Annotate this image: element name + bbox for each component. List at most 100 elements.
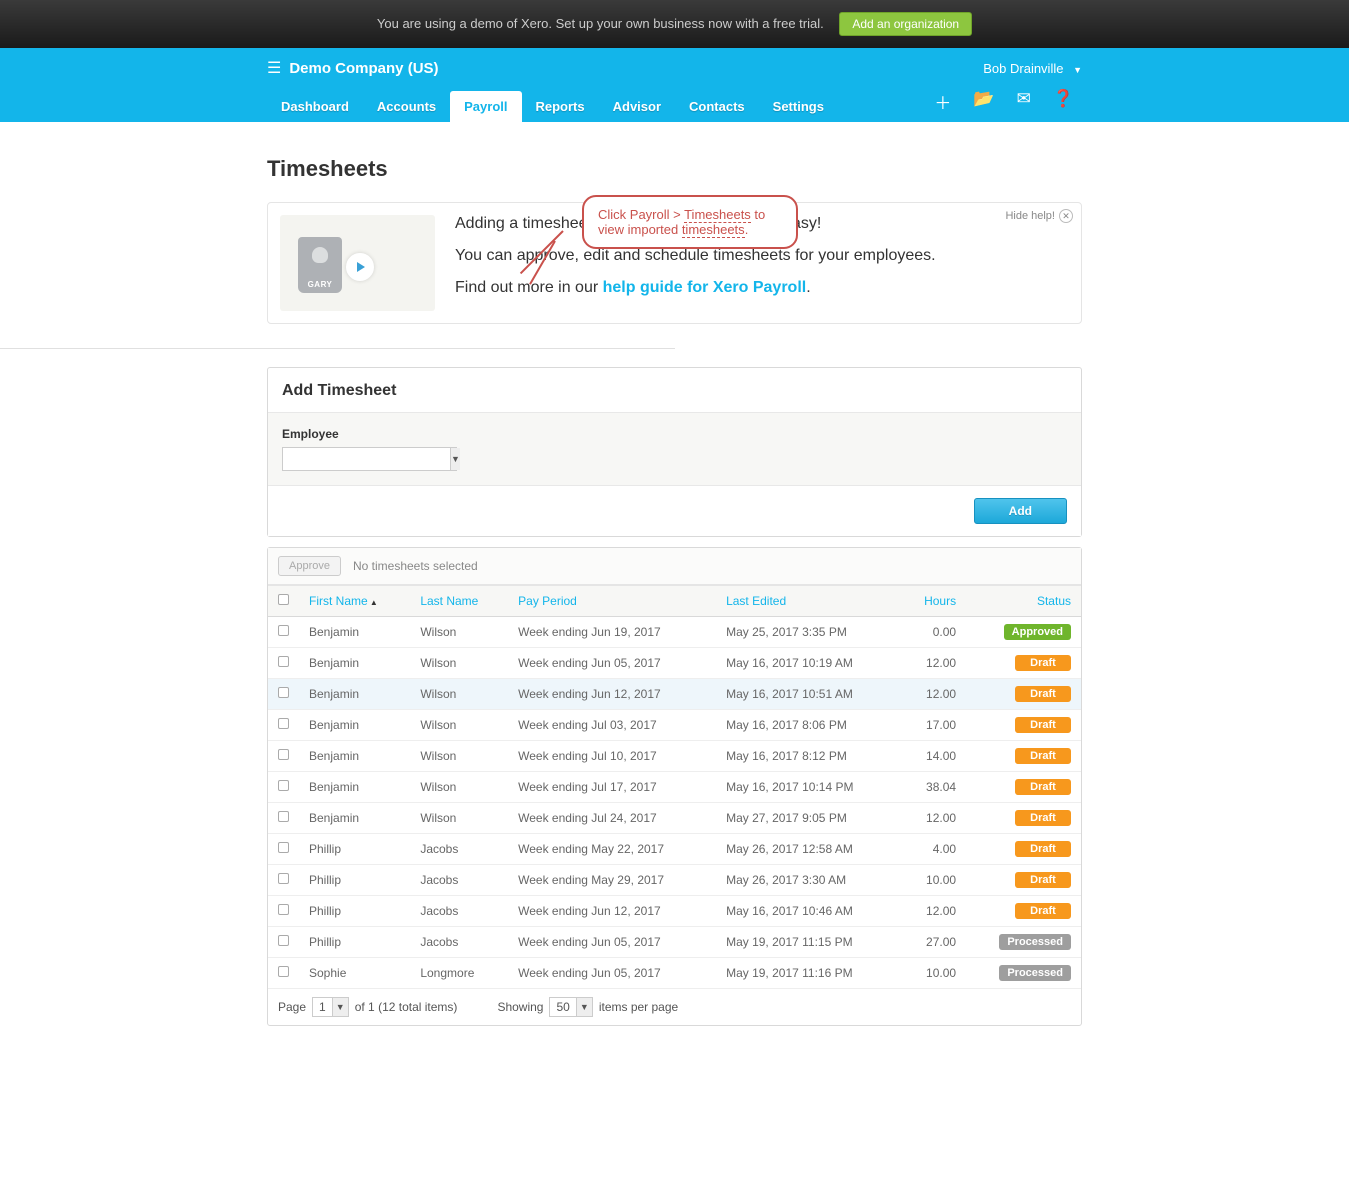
- add-organization-button[interactable]: Add an organization: [839, 12, 972, 36]
- status-badge: Draft: [1015, 872, 1071, 888]
- row-checkbox[interactable]: [278, 966, 289, 977]
- col-hours[interactable]: Hours: [901, 586, 966, 617]
- employee-input[interactable]: [283, 448, 450, 470]
- help-line-3: Find out more in our help guide for Xero…: [455, 279, 936, 297]
- help-line-2: You can approve, edit and schedule times…: [455, 247, 936, 265]
- hide-help-button[interactable]: Hide help! ✕: [1005, 209, 1073, 223]
- col-last-name[interactable]: Last Name: [410, 586, 508, 617]
- cell-first-name: Phillip: [299, 927, 410, 958]
- col-first-name[interactable]: First Name: [299, 586, 410, 617]
- table-row[interactable]: PhillipJacobsWeek ending May 29, 2017May…: [268, 865, 1081, 896]
- add-button[interactable]: Add: [974, 498, 1067, 524]
- pager-page-label: Page: [278, 1000, 306, 1014]
- employee-label: Employee: [282, 427, 1067, 441]
- cell-pay-period: Week ending May 22, 2017: [508, 834, 716, 865]
- cell-last-name: Wilson: [410, 803, 508, 834]
- table-row[interactable]: BenjaminWilsonWeek ending Jul 10, 2017Ma…: [268, 741, 1081, 772]
- nav-settings[interactable]: Settings: [759, 91, 838, 122]
- play-button[interactable]: [346, 253, 374, 281]
- cell-hours: 27.00: [901, 927, 966, 958]
- cell-first-name: Benjamin: [299, 679, 410, 710]
- approve-button[interactable]: Approve: [278, 556, 341, 576]
- page-title: Timesheets: [267, 156, 1082, 182]
- nav-dashboard[interactable]: Dashboard: [267, 91, 363, 122]
- select-all-checkbox[interactable]: [278, 594, 289, 605]
- cell-hours: 12.00: [901, 679, 966, 710]
- cell-first-name: Benjamin: [299, 648, 410, 679]
- hide-help-label: Hide help!: [1005, 210, 1055, 222]
- folder-icon[interactable]: 📂: [973, 89, 994, 114]
- row-checkbox[interactable]: [278, 656, 289, 667]
- status-badge: Draft: [1015, 717, 1071, 733]
- help-guide-link[interactable]: help guide for Xero Payroll: [603, 279, 807, 296]
- row-checkbox[interactable]: [278, 780, 289, 791]
- org-name[interactable]: Demo Company (US): [289, 60, 983, 77]
- status-badge: Draft: [1015, 655, 1071, 671]
- tutorial-callout: Click Payroll > Timesheets to view impor…: [582, 195, 798, 249]
- cell-pay-period: Week ending Jun 05, 2017: [508, 927, 716, 958]
- cell-last-name: Jacobs: [410, 834, 508, 865]
- help-icon[interactable]: ❓: [1053, 89, 1074, 114]
- cell-hours: 10.00: [901, 958, 966, 989]
- org-list-icon[interactable]: ☰: [267, 58, 281, 78]
- row-checkbox[interactable]: [278, 873, 289, 884]
- plus-icon[interactable]: ＋: [934, 89, 951, 114]
- nav-accounts[interactable]: Accounts: [363, 91, 450, 122]
- row-checkbox[interactable]: [278, 811, 289, 822]
- status-badge: Approved: [1004, 624, 1071, 640]
- table-row[interactable]: BenjaminWilsonWeek ending Jun 05, 2017Ma…: [268, 648, 1081, 679]
- user-menu[interactable]: Bob Drainville ▼: [983, 61, 1082, 76]
- cell-last-name: Wilson: [410, 710, 508, 741]
- cell-first-name: Benjamin: [299, 803, 410, 834]
- table-row[interactable]: SophieLongmoreWeek ending Jun 05, 2017Ma…: [268, 958, 1081, 989]
- table-row[interactable]: PhillipJacobsWeek ending Jun 05, 2017May…: [268, 927, 1081, 958]
- timesheet-table: First Name Last Name Pay Period Last Edi…: [268, 585, 1081, 989]
- help-panel: GARY Adding a timesheet asy! You can app…: [267, 202, 1082, 324]
- help-illustration[interactable]: GARY: [280, 215, 435, 311]
- cell-pay-period: Week ending May 29, 2017: [508, 865, 716, 896]
- col-last-edited[interactable]: Last Edited: [716, 586, 901, 617]
- chevron-down-icon[interactable]: ▼: [450, 448, 460, 470]
- row-checkbox[interactable]: [278, 749, 289, 760]
- row-checkbox[interactable]: [278, 904, 289, 915]
- status-badge: Draft: [1015, 810, 1071, 826]
- table-row[interactable]: BenjaminWilsonWeek ending Jul 24, 2017Ma…: [268, 803, 1081, 834]
- cell-pay-period: Week ending Jun 05, 2017: [508, 958, 716, 989]
- table-row[interactable]: BenjaminWilsonWeek ending Jun 12, 2017Ma…: [268, 679, 1081, 710]
- pager: Page 1▼ of 1 (12 total items) Showing 50…: [268, 989, 1081, 1025]
- status-badge: Draft: [1015, 841, 1071, 857]
- main-nav: Dashboard Accounts Payroll Reports Advis…: [0, 88, 1349, 122]
- table-row[interactable]: PhillipJacobsWeek ending May 22, 2017May…: [268, 834, 1081, 865]
- table-row[interactable]: BenjaminWilsonWeek ending Jul 03, 2017Ma…: [268, 710, 1081, 741]
- cell-hours: 12.00: [901, 803, 966, 834]
- nav-contacts[interactable]: Contacts: [675, 91, 759, 122]
- table-row[interactable]: BenjaminWilsonWeek ending Jul 17, 2017Ma…: [268, 772, 1081, 803]
- col-pay-period[interactable]: Pay Period: [508, 586, 716, 617]
- cell-hours: 10.00: [901, 865, 966, 896]
- cell-hours: 4.00: [901, 834, 966, 865]
- nav-reports[interactable]: Reports: [522, 91, 599, 122]
- selection-text: No timesheets selected: [353, 559, 478, 573]
- chevron-down-icon: ▼: [332, 998, 348, 1016]
- mail-icon[interactable]: ✉: [1017, 89, 1031, 114]
- row-checkbox[interactable]: [278, 625, 289, 636]
- col-status[interactable]: Status: [966, 586, 1081, 617]
- employee-select[interactable]: ▼: [282, 447, 457, 471]
- add-timesheet-card: Add Timesheet Employee ▼ Add: [267, 367, 1082, 537]
- cell-hours: 38.04: [901, 772, 966, 803]
- status-badge: Processed: [999, 934, 1071, 950]
- row-checkbox[interactable]: [278, 842, 289, 853]
- cell-first-name: Benjamin: [299, 617, 410, 648]
- pager-perpage-select[interactable]: 50▼: [549, 997, 592, 1017]
- cell-first-name: Phillip: [299, 896, 410, 927]
- row-checkbox[interactable]: [278, 718, 289, 729]
- row-checkbox[interactable]: [278, 935, 289, 946]
- cell-last-edited: May 19, 2017 11:16 PM: [716, 958, 901, 989]
- pager-page-select[interactable]: 1▼: [312, 997, 349, 1017]
- table-row[interactable]: PhillipJacobsWeek ending Jun 12, 2017May…: [268, 896, 1081, 927]
- nav-advisor[interactable]: Advisor: [599, 91, 675, 122]
- nav-payroll[interactable]: Payroll: [450, 91, 521, 122]
- table-row[interactable]: BenjaminWilsonWeek ending Jun 19, 2017Ma…: [268, 617, 1081, 648]
- row-checkbox[interactable]: [278, 687, 289, 698]
- cell-first-name: Benjamin: [299, 710, 410, 741]
